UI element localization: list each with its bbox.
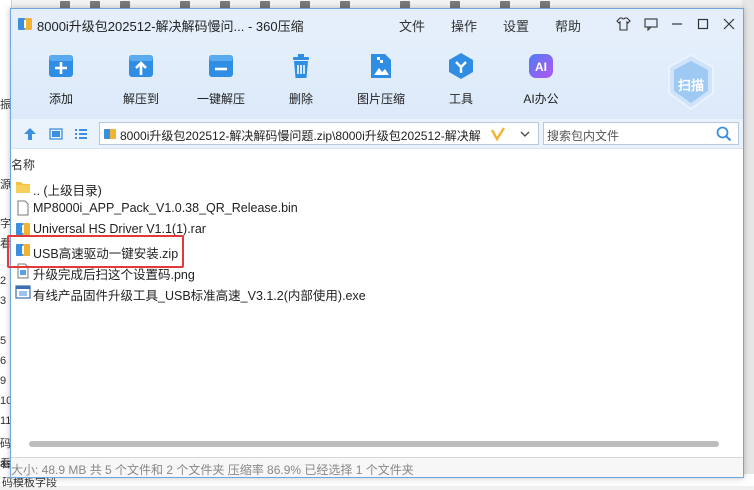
main-toolbar: 添加 解压到 一键解压 删除 图片压缩 工具 AI AI办公 扫描 [11, 39, 743, 119]
search-box[interactable]: 搜索包内文件 [543, 122, 739, 145]
close-icon [723, 18, 735, 30]
archive-small-icon [104, 129, 116, 139]
scan-button[interactable]: 扫描 [665, 53, 717, 111]
bg-char: 2 [0, 275, 7, 287]
ai-office-icon: AI [529, 54, 553, 78]
checkmark-icon [490, 127, 506, 142]
file-name: .. (上级目录) [33, 184, 102, 198]
extract-to-button[interactable]: 解压到 [106, 51, 176, 107]
selection-highlight-box [7, 235, 184, 268]
add-label: 添加 [48, 92, 73, 106]
image-compress-button[interactable]: 图片压缩 [346, 51, 416, 107]
file-name: MP8000i_APP_Pack_V1.0.38_QR_Release.bin [33, 201, 298, 215]
window-title: 8000i升级包202512-解决解码慢问... - 360压缩 [37, 19, 304, 34]
exe-file-icon [15, 285, 31, 299]
one-click-extract-button[interactable]: 一键解压 [186, 51, 256, 107]
menu-help[interactable]: 帮助 [555, 16, 581, 35]
shirt-icon [615, 17, 631, 31]
archive-window: 8000i升级包202512-解决解码慢问... - 360压缩 文件 操作 设… [7, 8, 744, 478]
maximize-icon [697, 18, 709, 30]
up-arrow-icon[interactable] [23, 127, 37, 141]
menu-settings[interactable]: 设置 [503, 16, 529, 35]
add-file-icon [49, 55, 73, 77]
status-text: 大小: 48.9 MB 共 5 个文件和 2 个文件夹 压缩率 86.9% 已经… [11, 463, 414, 477]
menu-operate[interactable]: 操作 [451, 16, 477, 35]
column-name[interactable]: 名称 [11, 156, 35, 173]
delete-button[interactable]: 删除 [266, 51, 336, 107]
bg-char: 9 [0, 375, 7, 387]
maximize-button[interactable] [693, 14, 713, 34]
status-bar: 大小: 48.9 MB 共 5 个文件和 2 个文件夹 压缩率 86.9% 已经… [11, 457, 743, 477]
bg-char: 3 [0, 295, 7, 307]
title-bar: 8000i升级包202512-解决解码慢问... - 360压缩 文件 操作 设… [11, 9, 743, 39]
svg-text:AI: AI [535, 60, 547, 74]
ai-office-label: AI办公 [523, 92, 559, 106]
bg-char: 5 [0, 335, 7, 347]
minimize-button[interactable] [667, 14, 687, 34]
minimize-icon [672, 23, 682, 25]
search-icon[interactable] [716, 126, 732, 142]
horizontal-scrollbar[interactable] [29, 441, 719, 447]
add-button[interactable]: 添加 [26, 51, 96, 107]
extract-to-icon [129, 55, 153, 77]
column-header[interactable]: 名称 [11, 154, 743, 172]
one-click-extract-label: 一键解压 [196, 92, 245, 106]
tools-button[interactable]: 工具 [426, 51, 496, 107]
archive-app-icon [18, 18, 32, 30]
file-row[interactable]: 有线产品固件升级工具_USB标准高速_V3.1.2(内部使用).exe [13, 282, 433, 303]
search-placeholder: 搜索包内文件 [547, 129, 620, 143]
image-compress-label: 图片压缩 [356, 92, 405, 106]
menu-file[interactable]: 文件 [399, 16, 425, 35]
file-row[interactable]: MP8000i_APP_Pack_V1.0.38_QR_Release.bin [13, 198, 433, 219]
scan-label: 扫描 [678, 78, 705, 93]
ai-office-button[interactable]: AI AI办公 [506, 51, 576, 107]
blank-file-icon [17, 200, 29, 216]
tools-label: 工具 [448, 92, 473, 106]
trash-icon [293, 54, 309, 78]
skin-button[interactable] [613, 14, 633, 34]
one-click-extract-icon [209, 55, 233, 77]
path-field[interactable]: 8000i升级包202512-解决解码慢问题.zip\8000i升级包20251… [99, 122, 539, 145]
image-compress-icon [371, 54, 391, 78]
path-text: 8000i升级包202512-解决解码慢问题.zip\8000i升级包20251… [120, 129, 481, 143]
address-bar: 8000i升级包202512-解决解码慢问题.zip\8000i升级包20251… [11, 119, 743, 149]
folder-icon [16, 182, 30, 193]
chevron-down-icon[interactable] [520, 130, 530, 138]
file-name: Universal HS Driver V1.1(1).rar [33, 222, 206, 236]
bg-char: 6 [0, 355, 7, 367]
feedback-button[interactable] [641, 14, 661, 34]
tools-icon [449, 53, 473, 79]
list-view-icon[interactable] [74, 127, 88, 141]
thumbnail-view-icon[interactable] [49, 127, 63, 141]
close-button[interactable] [719, 14, 739, 34]
file-row-parent[interactable]: .. (上级目录) [13, 177, 433, 198]
file-name: 有线产品固件升级工具_USB标准高速_V3.1.2(内部使用).exe [33, 289, 366, 303]
extract-to-label: 解压到 [122, 92, 159, 106]
delete-label: 删除 [288, 92, 313, 106]
message-icon [644, 17, 658, 31]
